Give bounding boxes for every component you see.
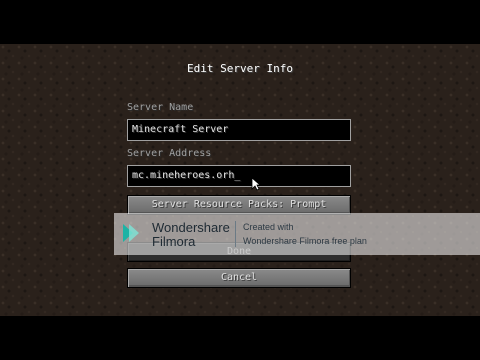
screen-title: Edit Server Info (187, 62, 293, 75)
watermark-brand-line1: Wondershare (152, 220, 230, 235)
watermark-created-with: Created with (243, 222, 294, 232)
watermark-plan: Wondershare Filmora free plan (243, 236, 367, 246)
server-address-label: Server Address (127, 148, 212, 159)
filmora-watermark: Wondershare Filmora Created with Wonders… (114, 213, 480, 255)
server-name-input[interactable]: Minecraft Server (127, 119, 351, 141)
watermark-divider (235, 221, 236, 247)
server-name-label: Server Name (127, 102, 194, 113)
filmora-logo-icon (123, 224, 139, 242)
mouse-cursor-icon (251, 177, 261, 191)
cancel-button[interactable]: Cancel (127, 268, 351, 288)
resource-packs-button[interactable]: Server Resource Packs: Prompt (127, 195, 351, 215)
watermark-brand-line2: Filmora (152, 234, 196, 249)
server-address-input[interactable]: mc.mineheroes.orh_ (127, 165, 351, 187)
